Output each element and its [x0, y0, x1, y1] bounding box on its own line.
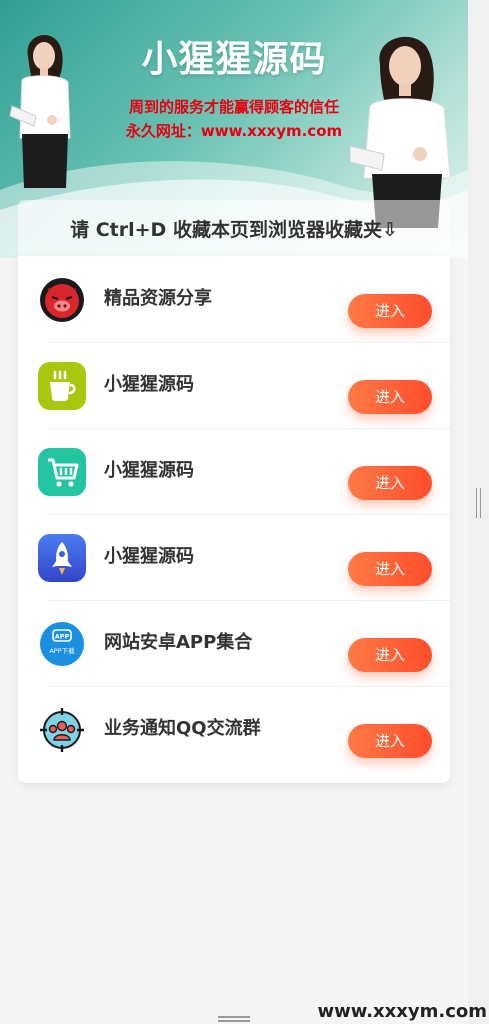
enter-button[interactable]: 进入: [348, 724, 432, 758]
app-download-text: APP下载: [49, 646, 75, 655]
link-list: 精品资源分享 进入 小猩猩源码 进入 小猩猩源码 进入 小猩猩源码 进入 APP…: [18, 256, 450, 783]
shopping-cart-icon: [38, 448, 86, 496]
enter-button[interactable]: 进入: [348, 552, 432, 586]
item-label: 网站安卓APP集合: [104, 632, 253, 653]
bookmark-notice-text: 请 Ctrl+D 收藏本页到浏览器收藏夹⇩: [70, 218, 398, 241]
list-item[interactable]: 精品资源分享 进入: [18, 256, 450, 342]
enter-button[interactable]: 进入: [348, 294, 432, 328]
list-item[interactable]: 小猩猩源码 进入: [18, 342, 450, 428]
list-item[interactable]: 小猩猩源码 进入: [18, 428, 450, 514]
rocket-icon: [38, 534, 86, 582]
item-label: 小猩猩源码: [104, 460, 194, 481]
app-badge-text: APP: [55, 633, 70, 641]
enter-button[interactable]: 进入: [348, 466, 432, 500]
banner-title: 小猩猩源码: [141, 39, 327, 80]
item-label: 小猩猩源码: [104, 546, 194, 567]
list-item[interactable]: 业务通知QQ交流群 进入: [18, 686, 450, 772]
enter-button[interactable]: 进入: [348, 380, 432, 414]
scrollbar-gutter[interactable]: [468, 0, 489, 1024]
item-label: 小猩猩源码: [104, 374, 194, 395]
list-item[interactable]: 小猩猩源码 进入: [18, 514, 450, 600]
group-target-icon: [40, 708, 84, 752]
app-download-icon: APP APP下载: [40, 622, 84, 666]
enter-button[interactable]: 进入: [348, 638, 432, 672]
item-label: 业务通知QQ交流群: [104, 718, 261, 739]
pig-face-icon: [40, 278, 84, 322]
home-indicator[interactable]: [218, 1016, 250, 1022]
banner-slogan: 周到的服务才能赢得顾客的信任: [128, 98, 339, 116]
list-item[interactable]: APP APP下载 网站安卓APP集合 进入: [18, 600, 450, 686]
item-label: 精品资源分享: [104, 288, 212, 309]
watermark: www.xxxym.com: [317, 1001, 487, 1022]
coffee-cup-icon: [38, 362, 86, 410]
bookmark-notice: 请 Ctrl+D 收藏本页到浏览器收藏夹⇩: [18, 200, 450, 256]
banner-url: 永久网址：www.xxxym.com: [125, 122, 343, 140]
scrollbar-handle[interactable]: [476, 488, 481, 518]
